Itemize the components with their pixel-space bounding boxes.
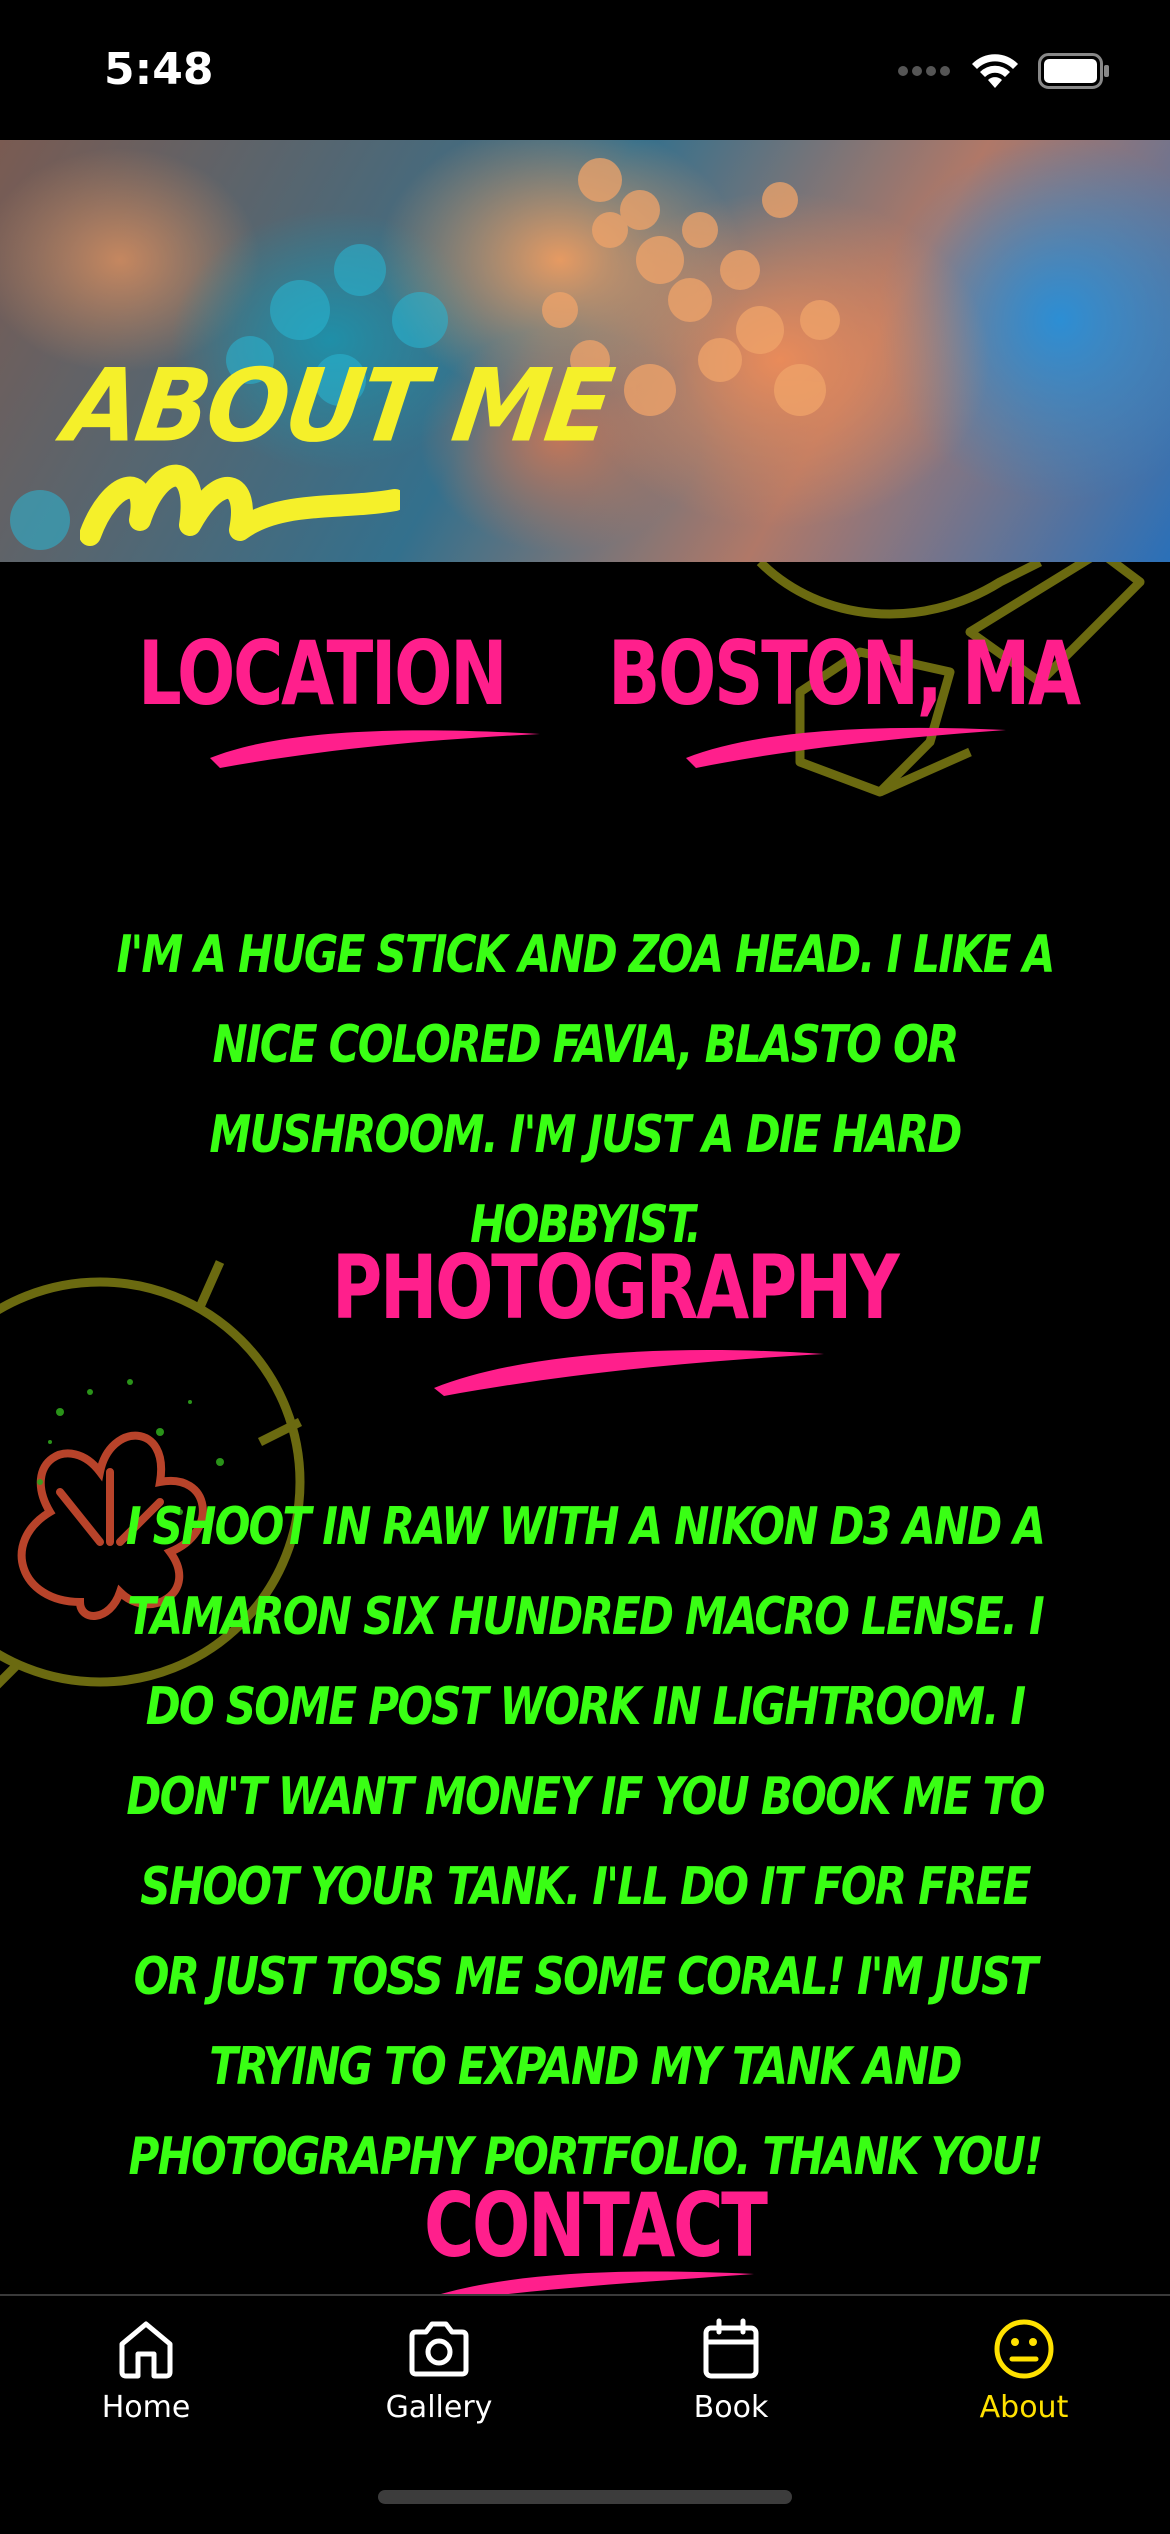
home-indicator xyxy=(378,2490,792,2504)
photography-text: I shoot in raw with a Nikon D3 and a Tam… xyxy=(125,1497,1046,2187)
tab-home[interactable]: Home xyxy=(46,2318,246,2425)
location-value: BOSTON, MA xyxy=(608,622,1081,725)
brush-underline xyxy=(434,1350,824,1396)
battery-icon xyxy=(1038,53,1109,89)
tab-book-label: Book xyxy=(693,2390,769,2425)
tab-about-label: About xyxy=(979,2390,1069,2425)
tab-book[interactable]: Book xyxy=(631,2318,831,2425)
signature-scribble xyxy=(80,464,400,546)
header-banner: ABOUT ME xyxy=(0,140,1170,562)
wifi-icon xyxy=(972,54,1018,88)
face-icon xyxy=(994,2319,1054,2379)
brush-underline xyxy=(210,730,540,768)
calendar-icon xyxy=(703,2318,759,2379)
brush-underline xyxy=(686,727,1006,768)
location-label: LOCATION xyxy=(138,622,508,725)
tab-about[interactable]: About xyxy=(924,2318,1124,2425)
about-content: LOCATION BOSTON, MA I'm a huge stick and… xyxy=(0,562,1170,2294)
status-time: 5:48 xyxy=(104,44,214,95)
status-bar: 5:48 xyxy=(0,0,1170,140)
brush-underline xyxy=(441,2271,754,2294)
photography-heading: PHOTOGRAPHY xyxy=(332,1236,900,1339)
camera-icon xyxy=(409,2321,469,2377)
tab-home-label: Home xyxy=(101,2390,191,2425)
intro-text: I'm a huge stick and zoa head. I like a … xyxy=(116,925,1055,1255)
signal-icon xyxy=(898,66,950,76)
tab-gallery[interactable]: Gallery xyxy=(339,2318,539,2425)
home-icon xyxy=(119,2321,173,2379)
status-icons xyxy=(898,52,1110,90)
tab-gallery-label: Gallery xyxy=(385,2390,493,2425)
